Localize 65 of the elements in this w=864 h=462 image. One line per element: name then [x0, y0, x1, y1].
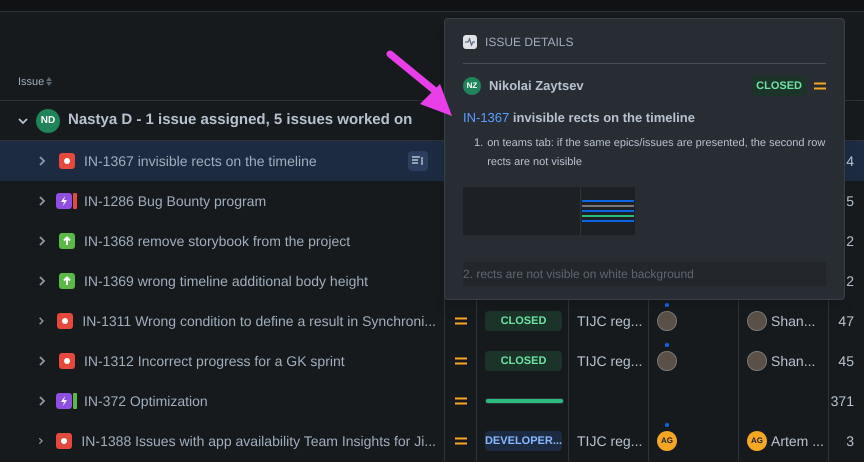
sort-icon[interactable] — [46, 77, 52, 86]
bug-icon — [59, 153, 75, 169]
issue-row[interactable]: IN-1388 Issues with app availability Team Insights for Ji... DEVELOPER... TIJC reg... AG AG Artem ... 3 — [0, 421, 864, 461]
table-cell-text: 2 — [846, 272, 854, 290]
user-avatar: ND — [36, 108, 60, 132]
lightning-icon — [56, 393, 72, 409]
avatar-photo — [657, 351, 677, 371]
table-cell-text: 45 — [838, 352, 854, 370]
details-icon[interactable] — [408, 151, 428, 171]
avatar-photo — [657, 311, 677, 331]
issue-title[interactable]: IN-1369 wrong timeline additional body height — [84, 270, 368, 292]
arrow-up-icon — [59, 233, 75, 249]
issue-title[interactable]: IN-372 Optimization — [84, 390, 208, 412]
chevron-right-icon[interactable] — [38, 396, 46, 406]
chevron-right-icon[interactable] — [38, 276, 46, 286]
issue-title[interactable]: IN-1311 Wrong condition to define a result in Synchroni... — [82, 310, 436, 332]
avatar-photo — [747, 351, 767, 371]
issue-link[interactable]: IN-1367 — [463, 110, 510, 125]
table-cell-text: 4 — [846, 152, 854, 170]
column-header[interactable]: Issue — [18, 74, 44, 90]
chevron-right-icon[interactable] — [38, 236, 46, 246]
issue-title[interactable]: IN-1368 remove storybook from the project — [84, 230, 350, 252]
group-title: Nastya D - 1 issue assigned, 5 issues worked on — [68, 110, 412, 130]
chevron-right-icon[interactable] — [38, 316, 44, 326]
status-badge: CLOSED — [485, 351, 562, 371]
assignee-name: Shan... — [771, 312, 816, 330]
pulse-icon — [463, 35, 477, 49]
issue-title[interactable]: IN-1388 Issues with app availability Team Insights for Ji... — [81, 430, 436, 452]
table-cell-text: TIJC reg... — [577, 352, 642, 371]
chevron-right-icon[interactable] — [38, 156, 46, 166]
issue-title[interactable]: IN-1367 invisible rects on the timeline — [84, 150, 317, 172]
faded-text: 2. rects are not visible on white background — [463, 266, 694, 280]
bug-icon — [56, 433, 72, 449]
table-cell-text: 3 — [846, 432, 854, 450]
user-avatar: NZ — [463, 77, 481, 95]
table-cell-text: 2 — [846, 232, 854, 250]
table-cell-text: TIJC reg... — [577, 312, 642, 331]
table-cell-text: 371 — [830, 392, 854, 410]
issue-title[interactable]: IN-1286 Bug Bounty program — [84, 190, 266, 212]
issue-row[interactable]: IN-372 Optimization 371 — [0, 381, 864, 421]
chevron-down-icon[interactable] — [18, 116, 28, 124]
issue-title: invisible rects on the timeline — [512, 110, 695, 125]
issue-title[interactable]: IN-1312 Incorrect progress for a GK sprint — [84, 350, 345, 372]
issue-row[interactable]: IN-1311 Wrong condition to define a result in Synchroni... CLOSED TIJC reg... Shan... 47 — [0, 301, 864, 341]
status-badge: CLOSED — [752, 76, 806, 96]
table-cell-text: TIJC reg... — [577, 432, 642, 451]
assignee-name: Shan... — [771, 352, 816, 370]
user-name: Nikolai Zaytsev — [489, 77, 584, 96]
table-cell-text: 5 — [846, 192, 854, 210]
popover-title: ISSUE DETAILS — [485, 34, 574, 51]
chevron-right-icon[interactable] — [38, 196, 46, 206]
bug-icon — [59, 353, 75, 369]
user-avatar: AG — [747, 431, 767, 451]
user-avatar: AG — [657, 431, 677, 451]
chevron-right-icon[interactable] — [38, 436, 44, 446]
lightning-icon — [56, 193, 72, 209]
status-badge: CLOSED — [485, 311, 562, 331]
avatar-photo — [747, 311, 767, 331]
issue-row[interactable]: IN-1312 Incorrect progress for a GK sprint CLOSED TIJC reg... Shan... 45 — [0, 341, 864, 381]
arrow-up-icon — [59, 273, 75, 289]
bug-icon — [57, 313, 74, 329]
chevron-right-icon[interactable] — [38, 356, 46, 366]
table-cell-text: 47 — [838, 312, 854, 330]
assignee-name: Artem ... — [771, 432, 824, 450]
status-badge: DEVELOPER... — [485, 431, 562, 451]
